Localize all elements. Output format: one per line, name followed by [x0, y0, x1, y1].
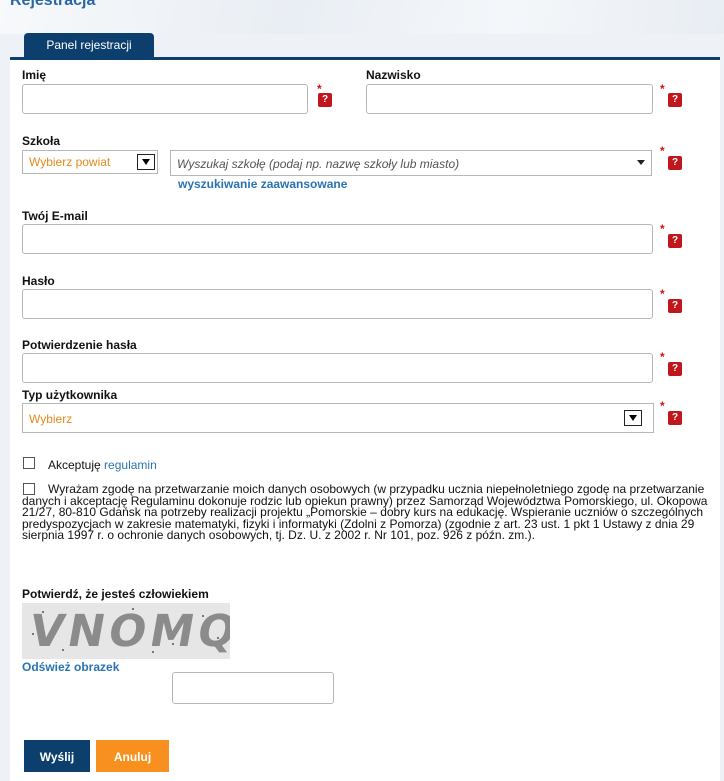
- header-band: [0, 0, 724, 34]
- help-icon[interactable]: ?: [668, 156, 682, 170]
- refresh-captcha-link[interactable]: Odśwież obrazek: [22, 660, 119, 674]
- chevron-down-icon: [137, 154, 155, 170]
- password-confirm-input[interactable]: [22, 353, 653, 383]
- dropdown-arrow-icon: [637, 160, 645, 165]
- user-type-select[interactable]: Wybierz: [22, 403, 654, 433]
- captcha-input[interactable]: [172, 672, 334, 704]
- advanced-search-link[interactable]: wyszukiwanie zaawansowane: [178, 177, 347, 191]
- required-marker: *: [660, 399, 665, 413]
- required-marker: *: [660, 287, 665, 301]
- first-name-input[interactable]: [22, 84, 308, 114]
- terms-checkbox[interactable]: [23, 457, 35, 469]
- terms-link[interactable]: regulamin: [104, 458, 157, 472]
- school-search-select[interactable]: Wyszukaj szkołę (podaj np. nazwę szkoły …: [170, 150, 652, 176]
- chevron-down-icon: [624, 410, 642, 426]
- email-label: Twój E-mail: [22, 209, 88, 223]
- help-icon[interactable]: ?: [318, 93, 332, 107]
- panel-top-bar: [10, 57, 720, 60]
- help-icon[interactable]: ?: [668, 299, 682, 313]
- email-input[interactable]: [22, 224, 653, 254]
- captcha-image-text: VNOMQ: [25, 606, 230, 657]
- password-confirm-label: Potwierdzenie hasła: [22, 338, 137, 352]
- page-title: Rejestracja: [10, 0, 96, 9]
- help-icon[interactable]: ?: [668, 411, 682, 425]
- last-name-input[interactable]: [366, 84, 653, 114]
- captcha-image: VNOMQ: [22, 603, 230, 659]
- password-label: Hasło: [22, 274, 55, 288]
- district-select[interactable]: Wybierz powiat: [22, 150, 158, 174]
- tab-panel-rejestracji[interactable]: Panel rejestracji: [24, 33, 154, 57]
- required-marker: *: [660, 144, 665, 158]
- password-input[interactable]: [22, 289, 653, 319]
- send-button[interactable]: Wyślij: [24, 740, 90, 772]
- user-type-value: Wybierz: [29, 412, 73, 426]
- cancel-button[interactable]: Anuluj: [96, 740, 169, 772]
- consent-text: Wyrażam zgodę na przetwarzanie moich dan…: [22, 482, 708, 542]
- required-marker: *: [660, 82, 665, 96]
- district-select-value: Wybierz powiat: [29, 155, 111, 169]
- help-icon[interactable]: ?: [668, 234, 682, 248]
- captcha-label: Potwierdź, że jesteś człowiekiem: [22, 587, 209, 601]
- school-search-placeholder: Wyszukaj szkołę (podaj np. nazwę szkoły …: [177, 157, 460, 171]
- school-label: Szkoła: [22, 134, 61, 148]
- help-icon[interactable]: ?: [668, 93, 682, 107]
- required-marker: *: [660, 350, 665, 364]
- last-name-label: Nazwisko: [366, 68, 421, 82]
- required-marker: *: [660, 222, 665, 236]
- user-type-label: Typ użytkownika: [22, 388, 118, 402]
- terms-text: Akceptuję: [48, 458, 101, 472]
- first-name-label: Imię: [22, 68, 47, 82]
- help-icon[interactable]: ?: [668, 362, 682, 376]
- terms-label: Akceptuję regulamin: [48, 458, 157, 472]
